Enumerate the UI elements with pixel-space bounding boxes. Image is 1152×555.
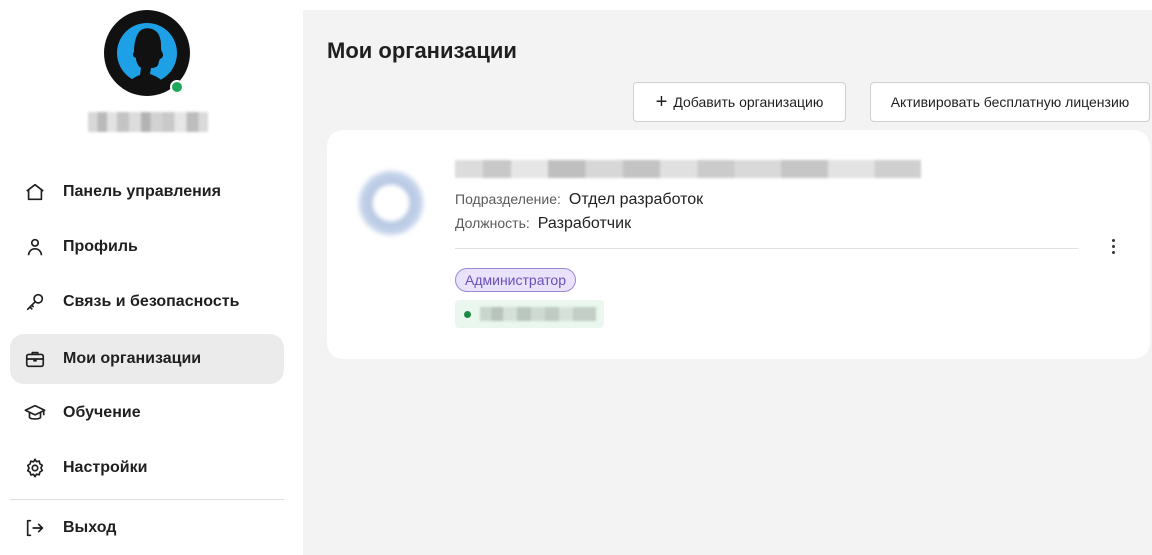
sidebar-item-label: Профиль xyxy=(63,238,138,255)
key-icon xyxy=(23,290,47,314)
plus-icon: + xyxy=(655,91,668,113)
graduation-cap-icon xyxy=(23,401,47,425)
home-icon xyxy=(23,180,47,204)
sidebar-item-dashboard[interactable]: Панель управления xyxy=(10,167,284,217)
status-dot xyxy=(464,310,471,318)
page-title: Мои организации xyxy=(327,38,517,63)
logout-button[interactable]: Выход xyxy=(10,503,284,553)
add-organization-label: Добавить организацию xyxy=(673,94,824,110)
department-key: Подразделение: xyxy=(455,191,561,207)
department-value: Отдел разработок xyxy=(568,191,704,208)
organization-logo xyxy=(357,166,425,240)
activate-license-label: Активировать бесплатную лицензию xyxy=(890,94,1130,110)
main-content: Мои организации + Добавить организацию А… xyxy=(303,10,1152,555)
sidebar-item-organizations[interactable]: Мои организации xyxy=(10,334,284,384)
logout-label: Выход xyxy=(63,519,117,536)
position-row: Должность: Разработчик xyxy=(455,215,631,233)
position-key: Должность: xyxy=(455,215,530,231)
sidebar-item-label: Панель управления xyxy=(63,183,221,200)
online-status-dot xyxy=(170,80,184,94)
department-row: Подразделение: Отдел разработок xyxy=(455,191,703,209)
card-divider xyxy=(455,248,1078,249)
user-icon xyxy=(23,235,47,259)
position-value: Разработчик xyxy=(537,215,632,232)
organization-card[interactable]: Подразделение: Отдел разработок Должност… xyxy=(327,130,1150,359)
more-options-icon[interactable] xyxy=(1103,234,1123,258)
role-badge: Администратор xyxy=(455,268,577,292)
sidebar-item-label: Мои организации xyxy=(63,350,202,367)
sidebar-item-profile[interactable]: Профиль xyxy=(10,222,284,272)
organization-name-redacted xyxy=(455,160,921,178)
status-chip xyxy=(455,300,604,328)
sidebar-divider xyxy=(10,499,284,500)
username-redacted xyxy=(88,112,208,132)
logout-icon xyxy=(23,516,47,540)
activate-license-button[interactable]: Активировать бесплатную лицензию xyxy=(870,82,1150,122)
sidebar-item-label: Настройки xyxy=(63,459,148,476)
sidebar-item-label: Связь и безопасность xyxy=(63,293,240,310)
briefcase-icon xyxy=(23,347,47,371)
sidebar-item-label: Обучение xyxy=(63,404,141,421)
add-organization-button[interactable]: + Добавить организацию xyxy=(633,82,846,122)
sidebar-item-security[interactable]: Связь и безопасность xyxy=(10,277,284,327)
sidebar-item-learning[interactable]: Обучение xyxy=(10,388,284,438)
sidebar: Панель управления Профиль Связь и безопа… xyxy=(0,0,303,555)
sidebar-item-settings[interactable]: Настройки xyxy=(10,443,284,493)
user-avatar[interactable] xyxy=(104,10,190,96)
gear-icon xyxy=(23,456,47,480)
status-text-redacted xyxy=(480,307,596,321)
